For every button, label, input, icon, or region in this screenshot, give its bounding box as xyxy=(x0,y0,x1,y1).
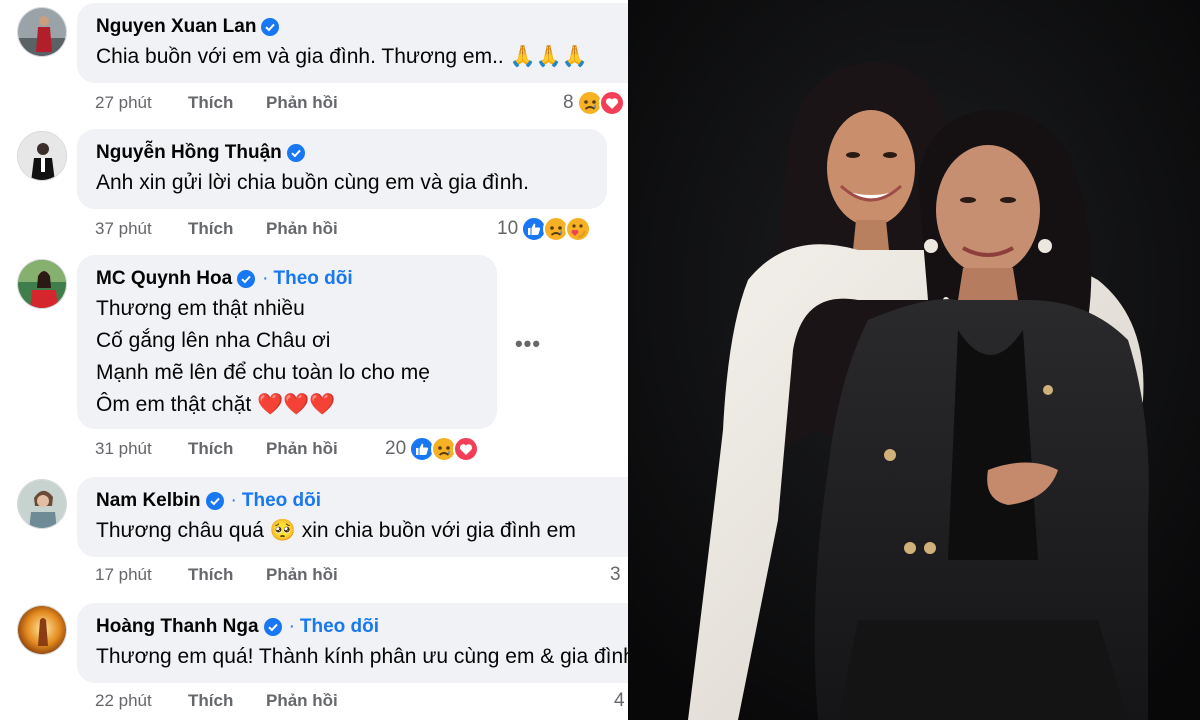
comment-time[interactable]: 27 phút xyxy=(95,93,188,113)
comment-text: Anh xin gửi lời chia buồn cùng em và gia… xyxy=(96,167,588,199)
reaction-count: 10 xyxy=(497,218,519,239)
comment-line: Ôm em thật chặt ❤️❤️❤️ xyxy=(96,393,336,416)
love-icon xyxy=(453,436,480,462)
comment-actions: 17 phút Thích Phản hồi xyxy=(95,563,338,587)
reaction-summary[interactable]: 4 xyxy=(614,687,628,715)
comment-actions: 37 phút Thích Phản hồi xyxy=(95,217,338,241)
comment-text: Thương em quá! Thành kính phân ưu cùng e… xyxy=(96,641,628,673)
reaction-count: 8 xyxy=(563,92,574,113)
comment-actions: 27 phút Thích Phản hồi xyxy=(95,91,338,115)
reply-button[interactable]: Phản hồi xyxy=(266,439,338,459)
commenter-name[interactable]: Hoàng Thanh Nga xyxy=(96,616,259,638)
separator-dot: · xyxy=(288,616,295,637)
like-button[interactable]: Thích xyxy=(188,439,266,459)
like-button[interactable]: Thích xyxy=(188,93,266,113)
like-button[interactable]: Thích xyxy=(188,691,266,711)
avatar[interactable] xyxy=(17,479,67,529)
follow-button[interactable]: Theo dõi xyxy=(300,616,379,638)
like-button[interactable]: Thích xyxy=(188,219,266,239)
like-button[interactable]: Thích xyxy=(188,565,266,585)
more-options-button[interactable]: ••• xyxy=(510,330,546,358)
avatar-image xyxy=(18,480,66,528)
comment-line: Anh xin gửi lời chia buồn cùng em và gia… xyxy=(96,171,529,194)
reply-button[interactable]: Phản hồi xyxy=(266,565,338,585)
reaction-summary[interactable]: 3 xyxy=(610,561,624,589)
avatar-image xyxy=(18,8,66,56)
commenter-name[interactable]: Nguyen Xuan Lan xyxy=(96,16,256,38)
avatar-image xyxy=(18,132,66,180)
follow-button[interactable]: Theo dõi xyxy=(274,268,353,290)
comment-line: Chia buồn với em và gia đình. Thương em.… xyxy=(96,45,589,68)
comment-bubble: Nam Kelbin · Theo dõi Thương châu quá 🥺 … xyxy=(77,477,628,557)
comment-time[interactable]: 37 phút xyxy=(95,219,188,239)
comment-bubble: Nguyễn Hồng Thuận Anh xin gửi lời chia b… xyxy=(77,129,607,209)
reaction-summary[interactable]: 20 xyxy=(385,435,480,463)
reply-button[interactable]: Phản hồi xyxy=(266,691,338,711)
reply-button[interactable]: Phản hồi xyxy=(266,219,338,239)
comment-line: Mạnh mẽ lên để chu toàn lo cho mẹ xyxy=(96,361,430,384)
comment-time[interactable]: 22 phút xyxy=(95,691,188,711)
reaction-summary[interactable]: 8 xyxy=(563,89,625,117)
comment-text: Chia buồn với em và gia đình. Thương em.… xyxy=(96,41,628,73)
comment-line: Thương châu quá 🥺 xin chia buồn với gia … xyxy=(96,519,576,542)
follow-button[interactable]: Theo dõi xyxy=(242,490,321,512)
love-icon xyxy=(598,90,625,116)
avatar[interactable] xyxy=(17,259,67,309)
comment-line: Cố gắng lên nha Châu ơi xyxy=(96,329,331,352)
reaction-count: 20 xyxy=(385,438,407,459)
verified-badge-icon xyxy=(286,144,305,162)
separator-dot: · xyxy=(262,268,269,289)
commenter-name[interactable]: Nam Kelbin xyxy=(96,490,201,512)
comment-bubble: Nguyen Xuan Lan Chia buồn với em và gia … xyxy=(77,3,628,83)
commenter-name[interactable]: Nguyễn Hồng Thuận xyxy=(96,142,282,164)
portrait-photo xyxy=(628,0,1200,720)
mother-daughter-portrait-image xyxy=(628,0,1200,720)
comment-text: Thương châu quá 🥺 xin chia buồn với gia … xyxy=(96,515,628,547)
verified-badge-icon xyxy=(263,618,282,636)
comment-actions: 31 phút Thích Phản hồi xyxy=(95,437,338,461)
avatar[interactable] xyxy=(17,605,67,655)
reaction-count: 4 xyxy=(614,690,625,711)
verified-badge-icon xyxy=(237,270,256,288)
comment-actions: 22 phút Thích Phản hồi xyxy=(95,689,338,713)
reaction-count: 3 xyxy=(610,564,621,585)
avatar-image xyxy=(18,260,66,308)
verified-badge-icon xyxy=(261,18,280,36)
comment-text: Thương em thật nhiều Cố gắng lên nha Châ… xyxy=(96,293,478,421)
commenter-name[interactable]: MC Quynh Hoa xyxy=(96,268,232,290)
comment-line: Thương em thật nhiều xyxy=(96,297,305,320)
reply-button[interactable]: Phản hồi xyxy=(266,93,338,113)
comment-time[interactable]: 31 phút xyxy=(95,439,188,459)
care-icon xyxy=(565,216,592,242)
verified-badge-icon xyxy=(205,492,224,510)
comment-bubble: MC Quynh Hoa · Theo dõi Thương em thật n… xyxy=(77,255,497,429)
avatar-image xyxy=(18,606,66,654)
comment-bubble: Hoàng Thanh Nga · Theo dõi Thương em quá… xyxy=(77,603,628,683)
avatar[interactable] xyxy=(17,7,67,57)
comment-line: Thương em quá! Thành kính phân ưu cùng e… xyxy=(96,645,628,668)
avatar[interactable] xyxy=(17,131,67,181)
reaction-summary[interactable]: 10 xyxy=(497,215,592,243)
comment-thread: Nguyen Xuan Lan Chia buồn với em và gia … xyxy=(0,0,628,720)
separator-dot: · xyxy=(230,490,237,511)
comment-time[interactable]: 17 phút xyxy=(95,565,188,585)
